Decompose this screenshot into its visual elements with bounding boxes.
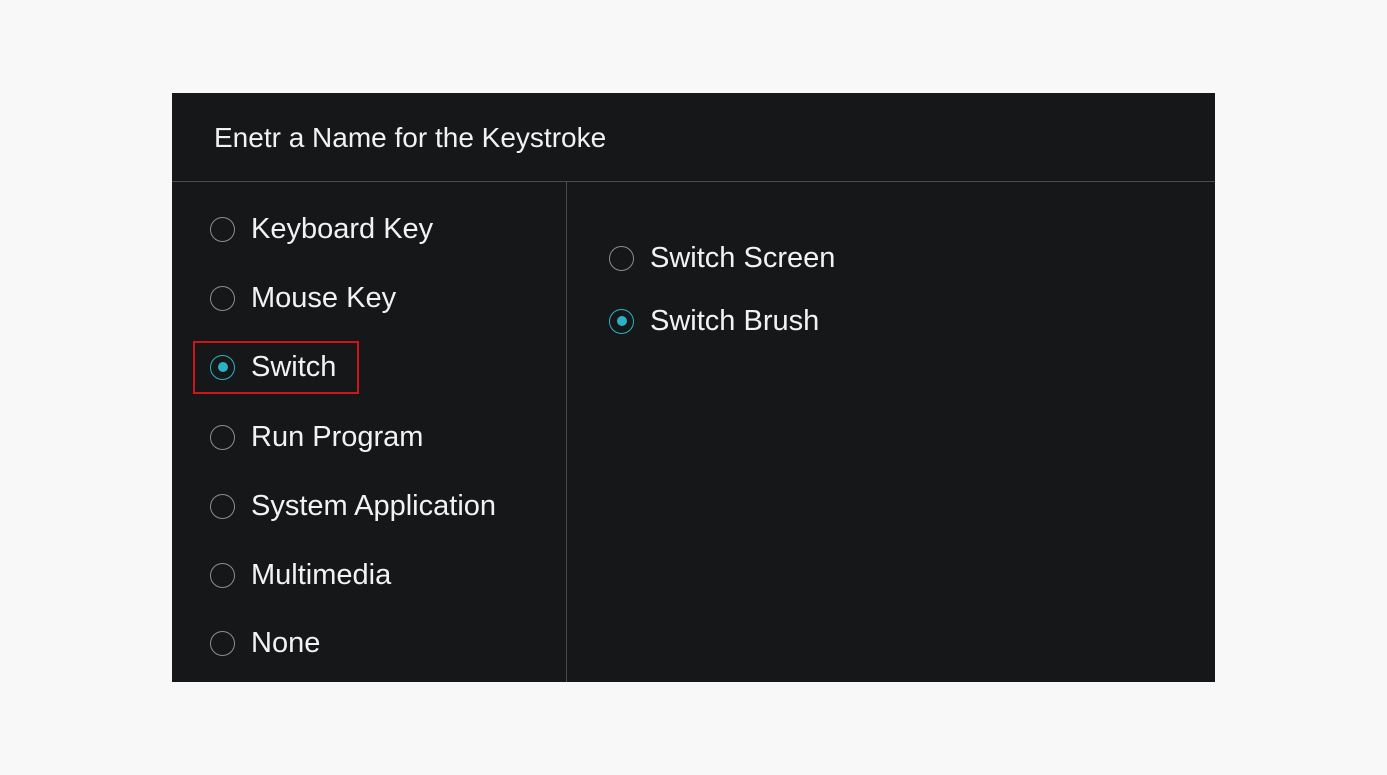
option-label: Run Program	[251, 420, 424, 453]
option-switch[interactable]: Switch	[210, 343, 336, 391]
radio-switch-brush[interactable]	[609, 308, 634, 334]
dialog-title: Enetr a Name for the Keystroke	[214, 122, 607, 153]
radio-keyboard-key[interactable]	[210, 216, 235, 242]
radio-mouse-key[interactable]	[210, 285, 235, 311]
option-mouse-key[interactable]: Mouse Key	[210, 274, 396, 322]
switch-options-panel: Switch Screen Switch Brush	[567, 182, 1215, 682]
option-label: Keyboard Key	[251, 212, 434, 245]
option-none[interactable]: None	[210, 619, 320, 667]
radio-switch[interactable]	[210, 354, 235, 380]
key-type-panel: Keyboard Key Mouse Key Switch Run Progra…	[172, 182, 567, 682]
option-label: Multimedia	[251, 558, 392, 591]
option-label: Switch Brush	[650, 304, 820, 337]
option-label: Switch	[251, 350, 337, 383]
radio-system-application[interactable]	[210, 493, 235, 519]
option-label: System Application	[251, 489, 497, 522]
option-multimedia[interactable]: Multimedia	[210, 551, 391, 599]
option-switch-brush[interactable]: Switch Brush	[609, 297, 819, 345]
option-keyboard-key[interactable]: Keyboard Key	[210, 205, 433, 253]
dialog-header: Enetr a Name for the Keystroke	[172, 93, 1215, 182]
radio-switch-screen[interactable]	[609, 245, 634, 271]
keystroke-dialog: Enetr a Name for the Keystroke Keyboard …	[172, 93, 1215, 682]
radio-multimedia[interactable]	[210, 562, 235, 588]
radio-run-program[interactable]	[210, 424, 235, 450]
option-label: None	[251, 626, 321, 659]
option-system-application[interactable]: System Application	[210, 482, 496, 530]
option-label: Mouse Key	[251, 281, 397, 314]
option-label: Switch Screen	[650, 241, 836, 274]
radio-none[interactable]	[210, 630, 235, 656]
option-run-program[interactable]: Run Program	[210, 413, 423, 461]
option-switch-screen[interactable]: Switch Screen	[609, 234, 835, 282]
